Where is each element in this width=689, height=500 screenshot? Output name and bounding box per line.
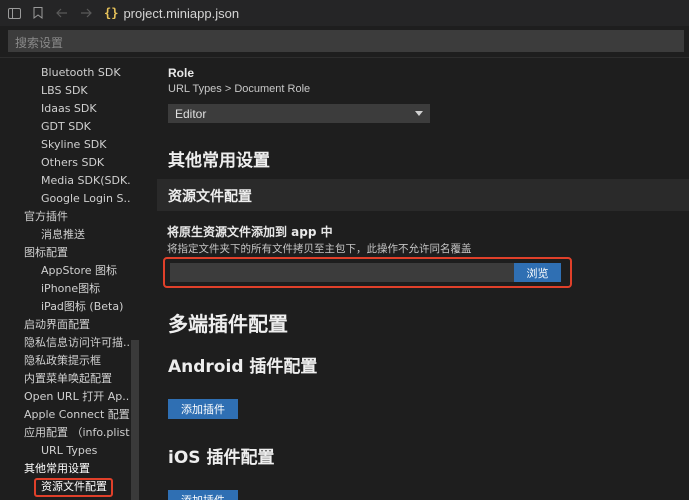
add-resource-description: 将指定文件夹下的所有文件拷贝至主包下，此操作不允许同名覆盖 <box>167 243 472 255</box>
sidebar-item[interactable]: Media SDK(SDK... <box>41 172 130 190</box>
sidebar-item[interactable]: iPad图标 (Beta) <box>41 298 130 316</box>
sidebar-group[interactable]: 图标配置 <box>24 244 130 262</box>
resource-section-heading: 资源文件配置 <box>168 189 252 205</box>
highlight-outline: 浏览 <box>163 257 572 288</box>
forward-arrow-icon[interactable] <box>76 3 96 23</box>
sidebar-item[interactable]: AppStore 图标 <box>41 262 130 280</box>
sidebar-group[interactable]: 其他常用设置 <box>24 460 130 478</box>
settings-content: Role URL Types > Document Role Editor 其他… <box>140 58 689 500</box>
sidebar-item[interactable]: URL Types <box>41 442 130 460</box>
highlight-outline <box>34 478 113 497</box>
sidebar-group[interactable]: 隐私政策提示框 <box>24 352 130 370</box>
sidebar-item[interactable]: Skyline SDK <box>41 136 130 154</box>
sidebar-item[interactable]: Google Login S... <box>41 190 130 208</box>
file-name: project.miniapp.json <box>123 5 240 21</box>
ios-plugin-heading: iOS 插件配置 <box>168 448 275 468</box>
role-label: Role <box>168 66 195 80</box>
json-file-icon: {} <box>104 6 119 20</box>
sidebar-item[interactable]: GDT SDK <box>41 118 130 136</box>
other-settings-heading: 其他常用设置 <box>168 151 270 171</box>
back-arrow-icon[interactable] <box>52 3 72 23</box>
resource-path-input[interactable] <box>170 263 514 282</box>
open-file-tab[interactable]: {} project.miniapp.json <box>104 6 239 21</box>
multi-plugin-heading: 多端插件配置 <box>168 312 288 336</box>
role-path: URL Types > Document Role <box>168 83 311 95</box>
sidebar-toggle-icon[interactable] <box>4 3 24 23</box>
sidebar-item[interactable]: LBS SDK <box>41 82 130 100</box>
chevron-down-icon <box>415 111 423 116</box>
sidebar-group[interactable]: 隐私信息访问许可描... <box>24 334 130 352</box>
sidebar-group[interactable]: 启动界面配置 <box>24 316 130 334</box>
sidebar-item[interactable]: Bluetooth SDK <box>41 64 130 82</box>
add-resource-title: 将原生资源文件添加到 app 中 <box>167 225 333 239</box>
sidebar-item[interactable]: iPhone图标 <box>41 280 130 298</box>
ios-add-plugin-button[interactable]: 添加插件 <box>168 490 238 500</box>
sidebar-group[interactable]: 内置菜单唤起配置 <box>24 370 130 388</box>
sidebar-item[interactable]: Others SDK <box>41 154 130 172</box>
sidebar-group[interactable]: 官方插件 <box>24 208 130 226</box>
bookmark-icon[interactable] <box>28 3 48 23</box>
browse-button[interactable]: 浏览 <box>514 263 561 282</box>
role-select[interactable]: Editor <box>168 104 430 123</box>
settings-sidebar: Bluetooth SDK LBS SDK Idaas SDK GDT SDK … <box>0 58 140 500</box>
sidebar-scrollbar[interactable] <box>131 340 139 500</box>
android-add-plugin-button[interactable]: 添加插件 <box>168 399 238 419</box>
role-select-value: Editor <box>175 106 207 121</box>
android-plugin-heading: Android 插件配置 <box>168 357 318 377</box>
search-settings-input[interactable]: 搜索设置 <box>8 30 684 52</box>
sidebar-item[interactable]: 消息推送 <box>41 226 130 244</box>
title-bar: {} project.miniapp.json <box>0 0 689 26</box>
sidebar-group[interactable]: Apple Connect 配置 <box>24 406 130 424</box>
sidebar-group[interactable]: Open URL 打开 Ap... <box>24 388 130 406</box>
sidebar-item[interactable]: Idaas SDK <box>41 100 130 118</box>
sidebar-group[interactable]: 应用配置 （info.plist... <box>24 424 130 442</box>
